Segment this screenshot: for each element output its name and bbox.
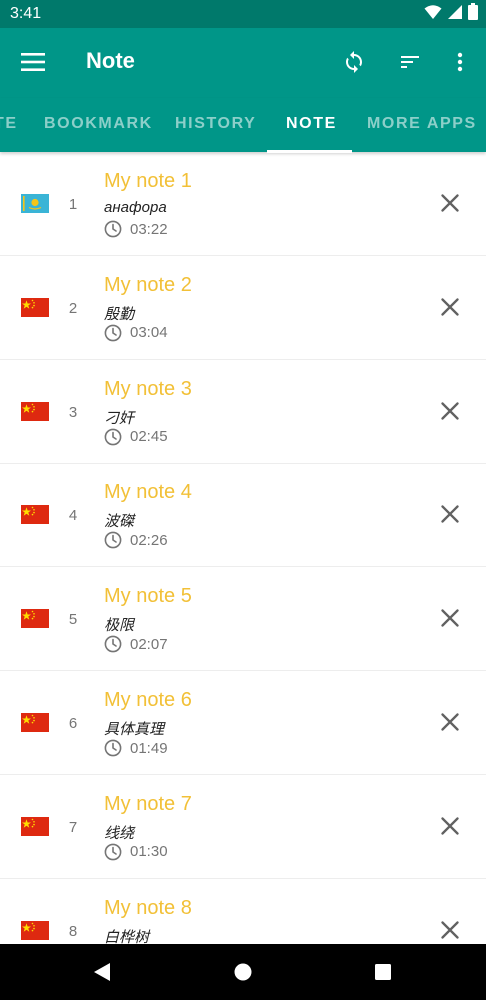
note-number: 5 — [68, 611, 78, 629]
delete-icon[interactable] — [436, 189, 464, 217]
note-time-group: 03:22 — [104, 220, 168, 238]
note-number: 1 — [68, 196, 78, 213]
recents-icon[interactable] — [369, 958, 397, 986]
list-item[interactable]: 8 My note 8 白桦树 — [0, 879, 486, 944]
delete-icon[interactable] — [436, 812, 464, 840]
note-title: My note 4 — [104, 481, 192, 504]
tab-more-apps[interactable]: MORE APPS — [367, 115, 477, 133]
note-number: 7 — [68, 818, 78, 836]
note-time: 03:22 — [130, 220, 168, 238]
note-word: 具体真理 — [104, 721, 165, 738]
note-title: My note 8 — [104, 896, 192, 919]
list-item[interactable]: 7 My note 7 线绕 01:30 — [0, 775, 486, 879]
note-title: My note 1 — [104, 170, 192, 192]
note-number: 4 — [68, 507, 78, 525]
wifi-icon — [424, 4, 442, 25]
note-time: 03:04 — [130, 324, 168, 342]
back-icon[interactable] — [88, 958, 116, 986]
delete-icon[interactable] — [436, 397, 464, 425]
note-time-group: 01:49 — [104, 739, 168, 757]
cn-flag-icon — [21, 401, 49, 421]
note-number: 6 — [68, 715, 78, 732]
note-title: My note 3 — [104, 377, 192, 400]
note-time-group: 02:07 — [104, 635, 168, 653]
note-time: 02:45 — [130, 428, 168, 446]
list-item[interactable]: 2 My note 2 殷勤 03:04 — [0, 256, 486, 360]
sort-icon[interactable] — [390, 42, 430, 82]
status-bar: 3:41 — [0, 0, 486, 28]
signal-icon — [448, 4, 462, 25]
note-title: My note 2 — [104, 273, 192, 296]
clock-icon — [104, 531, 122, 549]
note-title: My note 6 — [104, 689, 192, 711]
delete-icon[interactable] — [436, 916, 464, 944]
cn-flag-icon — [21, 505, 49, 525]
note-word: 波磔 — [104, 513, 135, 531]
cn-flag-icon — [21, 297, 49, 317]
cn-flag-icon — [21, 920, 49, 940]
kz-flag-icon — [21, 194, 49, 213]
cn-flag-icon — [21, 713, 49, 732]
list-item[interactable]: 3 My note 3 刁奸 02:45 — [0, 360, 486, 464]
note-word: 极限 — [104, 617, 135, 635]
cn-flag-icon — [21, 816, 49, 836]
note-title: My note 5 — [104, 585, 192, 608]
list-item[interactable]: 1 My note 1 анафора 03:22 — [0, 152, 486, 256]
note-word: 线绕 — [104, 824, 135, 842]
status-icons — [424, 3, 478, 25]
battery-icon — [468, 3, 478, 25]
note-time-group: 01:30 — [104, 843, 168, 861]
clock-icon — [104, 324, 122, 342]
list-item[interactable]: 5 My note 5 极限 02:07 — [0, 567, 486, 672]
note-word: 刁奸 — [104, 409, 135, 427]
delete-icon[interactable] — [436, 708, 464, 736]
clock-icon — [104, 220, 122, 238]
note-number: 8 — [68, 922, 78, 940]
tab-indicator — [267, 150, 352, 153]
note-time-group: 02:45 — [104, 428, 168, 446]
note-title: My note 7 — [104, 792, 192, 815]
delete-icon[interactable] — [436, 293, 464, 321]
tab-note[interactable]: NOTE — [286, 115, 337, 133]
delete-icon[interactable] — [436, 604, 464, 632]
tab-history[interactable]: HISTORY — [175, 115, 256, 133]
nav-bar — [0, 944, 486, 1000]
app-bar: Note — [0, 28, 486, 98]
status-time: 3:41 — [10, 5, 42, 22]
note-time-group: 02:26 — [104, 531, 168, 549]
page-title: Note — [86, 48, 135, 73]
note-number: 3 — [68, 403, 78, 421]
note-time: 01:49 — [130, 739, 168, 757]
delete-icon[interactable] — [436, 500, 464, 528]
menu-icon[interactable] — [13, 42, 53, 82]
clock-icon — [104, 428, 122, 446]
note-number: 2 — [68, 299, 78, 317]
note-time: 01:30 — [130, 843, 168, 861]
sync-icon[interactable] — [334, 42, 374, 82]
tab-bar: TE BOOKMARK HISTORY NOTE MORE APPS — [0, 98, 486, 152]
more-vert-icon[interactable] — [440, 42, 480, 82]
home-icon[interactable] — [229, 958, 257, 986]
clock-icon — [104, 739, 122, 757]
note-word: анафора — [104, 199, 167, 216]
note-time: 02:26 — [130, 531, 168, 549]
tab-partial[interactable]: TE — [0, 115, 18, 133]
clock-icon — [104, 635, 122, 653]
list-item[interactable]: 6 My note 6 具体真理 01:49 — [0, 671, 486, 775]
note-word: 白桦树 — [104, 928, 150, 944]
list-item[interactable]: 4 My note 4 波磔 02:26 — [0, 463, 486, 568]
clock-icon — [104, 843, 122, 861]
note-word: 殷勤 — [104, 305, 135, 323]
note-time: 02:07 — [130, 635, 168, 653]
cn-flag-icon — [21, 609, 49, 629]
note-time-group: 03:04 — [104, 324, 168, 342]
note-list: 1 My note 1 анафора 03:22 2 My note 2 殷勤 03:04 3… — [0, 152, 486, 944]
tab-bookmark[interactable]: BOOKMARK — [44, 115, 153, 133]
